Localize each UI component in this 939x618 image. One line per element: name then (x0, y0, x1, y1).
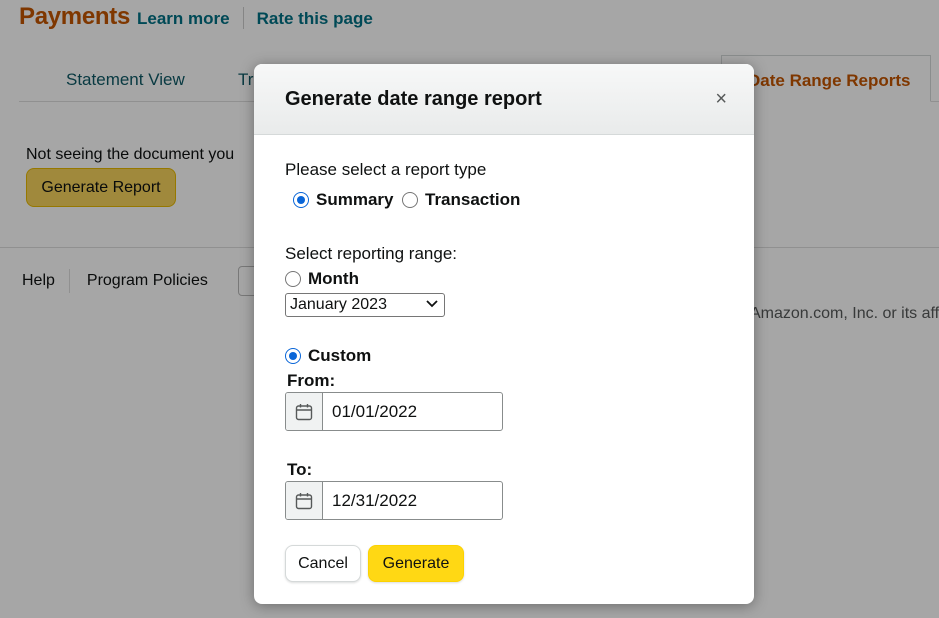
transaction-label: Transaction (425, 190, 521, 209)
from-date-field[interactable]: 01/01/2022 (285, 392, 503, 431)
custom-radio[interactable] (285, 348, 301, 364)
month-radio[interactable] (285, 271, 301, 287)
chevron-down-icon (426, 300, 438, 308)
calendar-icon (295, 403, 313, 420)
from-calendar-button[interactable] (286, 393, 323, 430)
calendar-icon (295, 492, 313, 509)
generate-report-dialog: Generate date range report × Please sele… (254, 64, 754, 604)
month-label: Month (308, 269, 359, 288)
summary-label: Summary (316, 190, 394, 209)
report-type-transaction-option[interactable]: Transaction (402, 190, 520, 210)
range-custom-option[interactable]: Custom (285, 346, 371, 366)
to-calendar-button[interactable] (286, 482, 323, 519)
generate-button[interactable]: Generate (368, 545, 464, 582)
dialog-header: Generate date range report × (254, 64, 754, 135)
transaction-radio[interactable] (402, 192, 418, 208)
summary-radio[interactable] (293, 192, 309, 208)
report-type-summary-option[interactable]: Summary (293, 190, 393, 210)
dialog-title: Generate date range report (285, 88, 542, 110)
month-select-value: January 2023 (290, 296, 387, 313)
report-type-prompt: Please select a report type (285, 160, 487, 179)
custom-label: Custom (308, 346, 372, 365)
from-label: From: (287, 371, 336, 390)
to-date-input[interactable]: 12/31/2022 (323, 482, 502, 519)
to-label: To: (287, 460, 313, 479)
month-select[interactable]: January 2023 (285, 293, 445, 317)
close-icon[interactable]: × (715, 88, 727, 110)
reporting-range-prompt: Select reporting range: (285, 244, 457, 263)
from-date-input[interactable]: 01/01/2022 (323, 393, 502, 430)
cancel-button[interactable]: Cancel (285, 545, 361, 582)
to-date-field[interactable]: 12/31/2022 (285, 481, 503, 520)
range-month-option[interactable]: Month (285, 269, 359, 289)
